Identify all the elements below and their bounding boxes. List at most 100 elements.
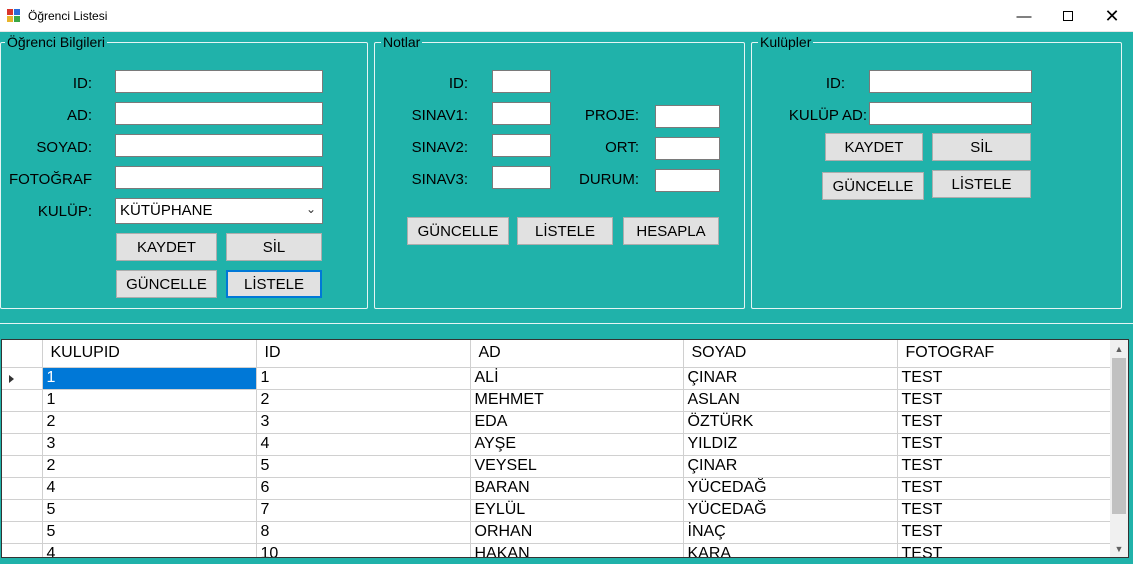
- table-cell[interactable]: 4: [42, 543, 257, 557]
- ogrenci-ad-input[interactable]: [115, 102, 323, 125]
- table-cell[interactable]: YÜCEDAĞ: [683, 477, 898, 500]
- table-cell[interactable]: TEST: [897, 389, 1112, 412]
- table-cell[interactable]: 4: [42, 477, 257, 500]
- table-cell[interactable]: ÖZTÜRK: [683, 411, 898, 434]
- table-cell[interactable]: 5: [42, 499, 257, 522]
- row-header[interactable]: [2, 389, 43, 412]
- sinav3-input[interactable]: [492, 166, 551, 189]
- table-cell[interactable]: TEST: [897, 477, 1112, 500]
- table-cell[interactable]: TEST: [897, 543, 1112, 557]
- table-cell[interactable]: 4: [256, 433, 471, 456]
- table-cell[interactable]: 7: [256, 499, 471, 522]
- table-cell[interactable]: TEST: [897, 521, 1112, 544]
- sinav2-input[interactable]: [492, 134, 551, 157]
- table-cell[interactable]: 6: [256, 477, 471, 500]
- column-header-ad[interactable]: AD: [470, 340, 684, 368]
- ort-input[interactable]: [655, 137, 720, 160]
- row-header[interactable]: [2, 543, 43, 557]
- column-header-kulupid[interactable]: KULUPID: [42, 340, 257, 368]
- row-header[interactable]: [2, 433, 43, 456]
- table-row[interactable]: 4 10 HAKAN KARA TEST: [2, 543, 1112, 557]
- notlar-guncelle-button[interactable]: GÜNCELLE: [407, 217, 509, 245]
- table-cell[interactable]: ASLAN: [683, 389, 898, 412]
- row-header[interactable]: [2, 499, 43, 522]
- table-cell[interactable]: 5: [42, 521, 257, 544]
- table-cell[interactable]: YILDIZ: [683, 433, 898, 456]
- vertical-scrollbar[interactable]: ▲ ▼: [1110, 340, 1128, 557]
- notlar-id-input[interactable]: [492, 70, 551, 93]
- table-cell[interactable]: 8: [256, 521, 471, 544]
- table-row[interactable]: 5 8 ORHAN İNAÇ TEST: [2, 521, 1112, 544]
- table-cell[interactable]: 2: [256, 389, 471, 412]
- table-cell[interactable]: 2: [42, 411, 257, 434]
- table-cell[interactable]: 1: [42, 367, 257, 390]
- ogrenci-foto-input[interactable]: [115, 166, 323, 189]
- kulupler-id-input[interactable]: [869, 70, 1032, 93]
- table-cell[interactable]: ALİ: [470, 367, 684, 390]
- kulupler-sil-button[interactable]: SİL: [932, 133, 1031, 161]
- kulupler-kaydet-button[interactable]: KAYDET: [825, 133, 923, 161]
- column-header-soyad[interactable]: SOYAD: [683, 340, 898, 368]
- row-header[interactable]: [2, 521, 43, 544]
- table-row[interactable]: 4 6 BARAN YÜCEDAĞ TEST: [2, 477, 1112, 500]
- column-header-fotograf[interactable]: FOTOGRAF: [897, 340, 1112, 368]
- table-cell[interactable]: MEHMET: [470, 389, 684, 412]
- table-cell[interactable]: ÇINAR: [683, 455, 898, 478]
- kulupler-listele-button[interactable]: LİSTELE: [932, 170, 1031, 198]
- row-header[interactable]: [2, 367, 43, 390]
- column-header-id[interactable]: ID: [256, 340, 471, 368]
- table-cell[interactable]: 1: [42, 389, 257, 412]
- scrollbar-thumb[interactable]: [1112, 358, 1126, 514]
- table-cell[interactable]: 5: [256, 455, 471, 478]
- table-cell[interactable]: BARAN: [470, 477, 684, 500]
- table-cell[interactable]: İNAÇ: [683, 521, 898, 544]
- table-cell[interactable]: HAKAN: [470, 543, 684, 557]
- table-cell[interactable]: EDA: [470, 411, 684, 434]
- table-cell[interactable]: KARA: [683, 543, 898, 557]
- row-header[interactable]: [2, 477, 43, 500]
- row-header[interactable]: [2, 455, 43, 478]
- table-cell[interactable]: ÇINAR: [683, 367, 898, 390]
- table-cell[interactable]: 10: [256, 543, 471, 557]
- scroll-up-icon[interactable]: ▲: [1110, 340, 1128, 357]
- minimize-button[interactable]: —: [1001, 0, 1047, 32]
- table-row[interactable]: 3 4 AYŞE YILDIZ TEST: [2, 433, 1112, 456]
- table-cell[interactable]: AYŞE: [470, 433, 684, 456]
- maximize-button[interactable]: [1045, 0, 1091, 32]
- table-cell[interactable]: 1: [256, 367, 471, 390]
- table-row[interactable]: 1 1 ALİ ÇINAR TEST: [2, 367, 1112, 390]
- close-button[interactable]: ✕: [1089, 0, 1133, 32]
- table-row[interactable]: 2 3 EDA ÖZTÜRK TEST: [2, 411, 1112, 434]
- table-cell[interactable]: TEST: [897, 499, 1112, 522]
- table-cell[interactable]: TEST: [897, 367, 1112, 390]
- ogrenci-guncelle-button[interactable]: GÜNCELLE: [116, 270, 217, 298]
- table-cell[interactable]: TEST: [897, 411, 1112, 434]
- ogrenci-sil-button[interactable]: SİL: [226, 233, 322, 261]
- kulupler-guncelle-button[interactable]: GÜNCELLE: [822, 172, 924, 200]
- kulup-select[interactable]: KÜTÜPHANE ⌄: [115, 198, 323, 224]
- scroll-down-icon[interactable]: ▼: [1110, 540, 1128, 557]
- table-cell[interactable]: YÜCEDAĞ: [683, 499, 898, 522]
- kulup-ad-input[interactable]: [869, 102, 1032, 125]
- ogrenci-soyad-input[interactable]: [115, 134, 323, 157]
- sinav1-input[interactable]: [492, 102, 551, 125]
- table-cell[interactable]: TEST: [897, 455, 1112, 478]
- table-row[interactable]: 1 2 MEHMET ASLAN TEST: [2, 389, 1112, 412]
- ogrenci-kaydet-button[interactable]: KAYDET: [116, 233, 217, 261]
- table-cell[interactable]: 2: [42, 455, 257, 478]
- table-row[interactable]: 5 7 EYLÜL YÜCEDAĞ TEST: [2, 499, 1112, 522]
- durum-input[interactable]: [655, 169, 720, 192]
- table-cell[interactable]: VEYSEL: [470, 455, 684, 478]
- proje-input[interactable]: [655, 105, 720, 128]
- grid-corner-cell[interactable]: [2, 340, 43, 368]
- data-grid[interactable]: KULUPID ID AD SOYAD FOTOGRAF 1 1 ALİ ÇIN…: [1, 339, 1129, 558]
- ogrenci-listele-button[interactable]: LİSTELE: [226, 270, 322, 298]
- ogrenci-id-input[interactable]: [115, 70, 323, 93]
- table-cell[interactable]: EYLÜL: [470, 499, 684, 522]
- table-cell[interactable]: 3: [256, 411, 471, 434]
- table-cell[interactable]: TEST: [897, 433, 1112, 456]
- hesapla-button[interactable]: HESAPLA: [623, 217, 719, 245]
- row-header[interactable]: [2, 411, 43, 434]
- table-cell[interactable]: ORHAN: [470, 521, 684, 544]
- table-cell[interactable]: 3: [42, 433, 257, 456]
